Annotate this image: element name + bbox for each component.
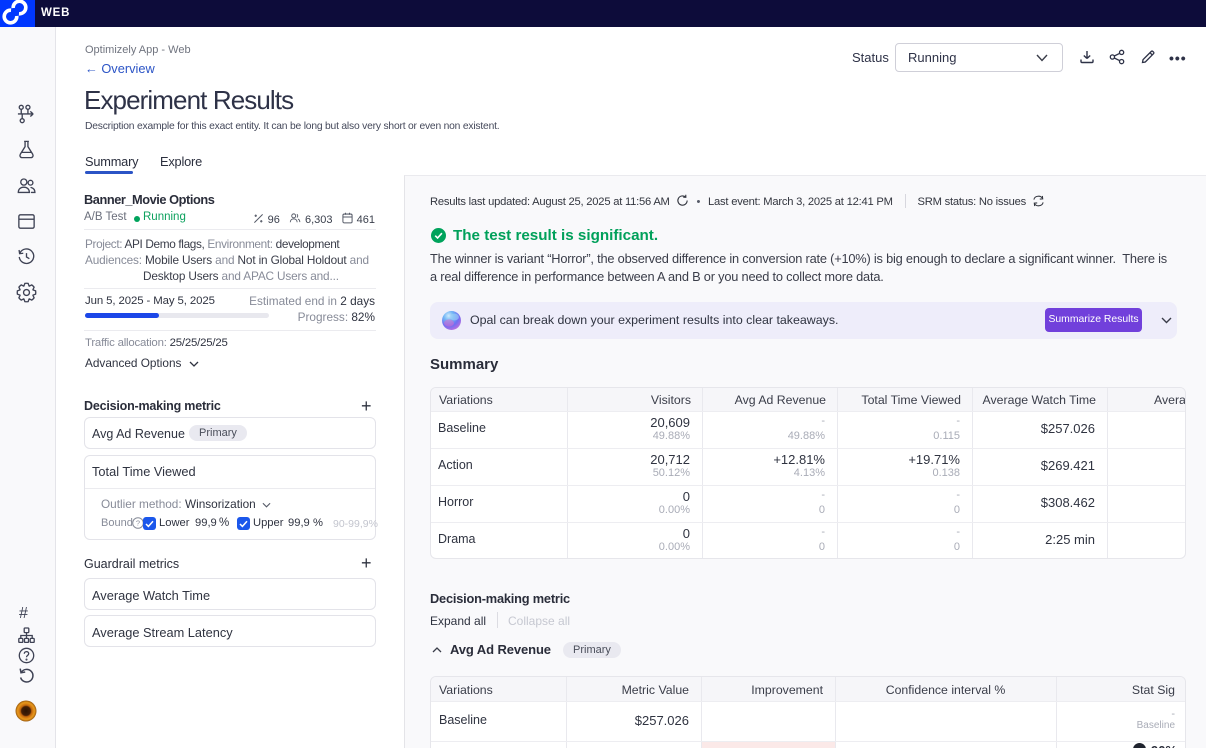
svg-text:?: ? [136,519,140,528]
